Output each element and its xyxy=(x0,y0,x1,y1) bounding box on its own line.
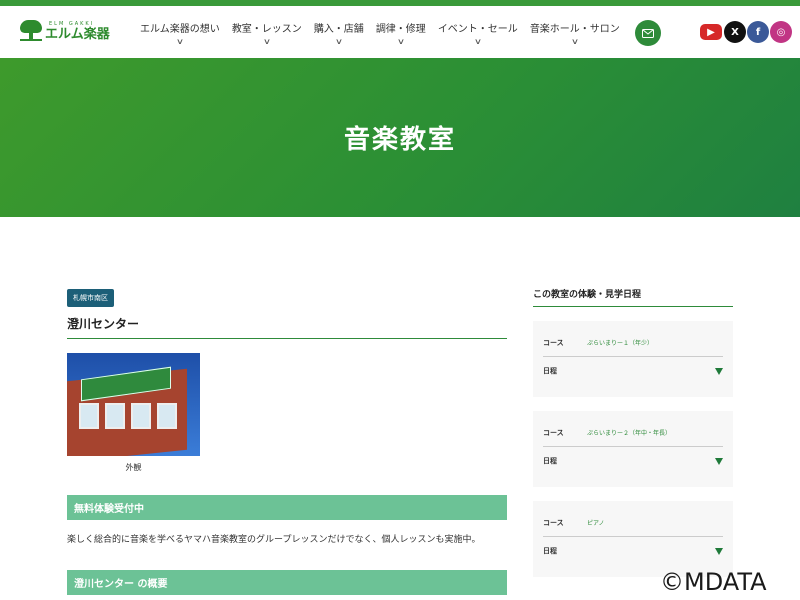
course-card: コース ぷらいまりー１（年少） 日程 xyxy=(533,321,733,397)
course-card: コース ピアノ 日程 xyxy=(533,501,733,577)
tree-logo-icon xyxy=(20,20,42,42)
x-glyph: X xyxy=(731,26,739,38)
youtube-glyph: ▶ xyxy=(707,26,715,38)
instagram-glyph: ◎ xyxy=(776,26,786,38)
caret-down-icon xyxy=(715,547,723,555)
nav-item-hall[interactable]: 音楽ホール・サロン ∨ xyxy=(530,20,620,46)
section-heading-overview: 澄川センター の概要 xyxy=(67,570,507,595)
nav-label: 音楽ホール・サロン xyxy=(529,24,620,35)
chevron-down-icon: ∨ xyxy=(473,37,482,46)
section-heading-trial: 無料体験受付中 xyxy=(67,495,507,520)
nav-label: イベント・セール xyxy=(437,24,518,35)
chevron-down-icon: ∨ xyxy=(334,37,343,46)
mail-icon xyxy=(642,28,654,38)
site-header: ELM GAKKI エルム楽器 エルム楽器の想い ∨ 教室・レッスン ∨ 購入・… xyxy=(0,6,800,58)
schedule-label: 日程 xyxy=(543,367,557,375)
trial-description: 楽しく総合的に音楽を学べるヤマハ音楽教室のグループレッスンだけでなく、個人レッス… xyxy=(67,535,481,545)
main-nav: エルム楽器の想い ∨ 教室・レッスン ∨ 購入・店舗 ∨ 調律・修理 ∨ イベン… xyxy=(140,20,632,46)
chevron-down-icon: ∨ xyxy=(175,37,184,46)
course-label: コース xyxy=(543,518,564,527)
course-name: ピアノ xyxy=(587,520,605,527)
caret-down-icon xyxy=(715,457,723,465)
course-label: コース xyxy=(543,338,564,347)
schedule-sidebar: この教室の体験・見学日程 コース ぷらいまりー１（年少） 日程 コース ぷらいま… xyxy=(533,287,733,577)
facebook-icon[interactable]: f xyxy=(747,21,769,43)
course-card: コース ぷらいまりー２（年中・年長） 日程 xyxy=(533,411,733,487)
schedule-label: 日程 xyxy=(543,457,557,465)
instagram-icon[interactable]: ◎ xyxy=(770,21,792,43)
nav-item-events[interactable]: イベント・セール ∨ xyxy=(438,20,518,46)
schedule-toggle[interactable]: 日程 xyxy=(543,357,723,385)
course-label: コース xyxy=(543,428,564,437)
logo-name: エルム楽器 xyxy=(45,26,110,42)
chevron-down-icon: ∨ xyxy=(570,37,579,46)
youtube-icon[interactable]: ▶ xyxy=(700,24,722,40)
sidebar-title: この教室の体験・見学日程 xyxy=(533,287,733,307)
contact-mail-button[interactable] xyxy=(635,20,661,46)
chevron-down-icon: ∨ xyxy=(396,37,405,46)
watermark: ©MDATA xyxy=(660,568,767,596)
nav-item-tuning[interactable]: 調律・修理 ∨ xyxy=(376,20,426,46)
center-name-heading: 澄川センター xyxy=(67,315,507,339)
nav-item-philosophy[interactable]: エルム楽器の想い ∨ xyxy=(140,20,220,46)
chevron-down-icon: ∨ xyxy=(262,37,271,46)
main-content: 札幌市南区 澄川センター 外観 無料体験受付中 楽しく総合的に音楽を学べるヤマハ… xyxy=(67,285,507,595)
area-badge[interactable]: 札幌市南区 xyxy=(67,289,114,307)
schedule-label: 日程 xyxy=(543,547,557,555)
photo-caption: 外観 xyxy=(125,463,142,472)
course-name: ぷらいまりー１（年少） xyxy=(587,340,654,347)
nav-item-lessons[interactable]: 教室・レッスン ∨ xyxy=(232,20,302,46)
nav-label: 教室・レッスン xyxy=(231,24,302,35)
x-icon[interactable]: X xyxy=(724,21,746,43)
facebook-glyph: f xyxy=(755,26,761,38)
course-name: ぷらいまりー２（年中・年長） xyxy=(587,430,672,437)
schedule-toggle[interactable]: 日程 xyxy=(543,537,723,565)
nav-label: 調律・修理 xyxy=(375,24,426,35)
nav-label: エルム楽器の想い xyxy=(140,24,220,35)
schedule-toggle[interactable]: 日程 xyxy=(543,447,723,475)
hero-banner: 音楽教室 xyxy=(0,58,800,217)
nav-item-shop[interactable]: 購入・店舗 ∨ xyxy=(314,20,364,46)
page-title: 音楽教室 xyxy=(343,125,456,155)
nav-label: 購入・店舗 xyxy=(313,24,364,35)
building-photo xyxy=(67,353,200,456)
caret-down-icon xyxy=(715,367,723,375)
logo[interactable]: ELM GAKKI エルム楽器 xyxy=(20,20,110,42)
